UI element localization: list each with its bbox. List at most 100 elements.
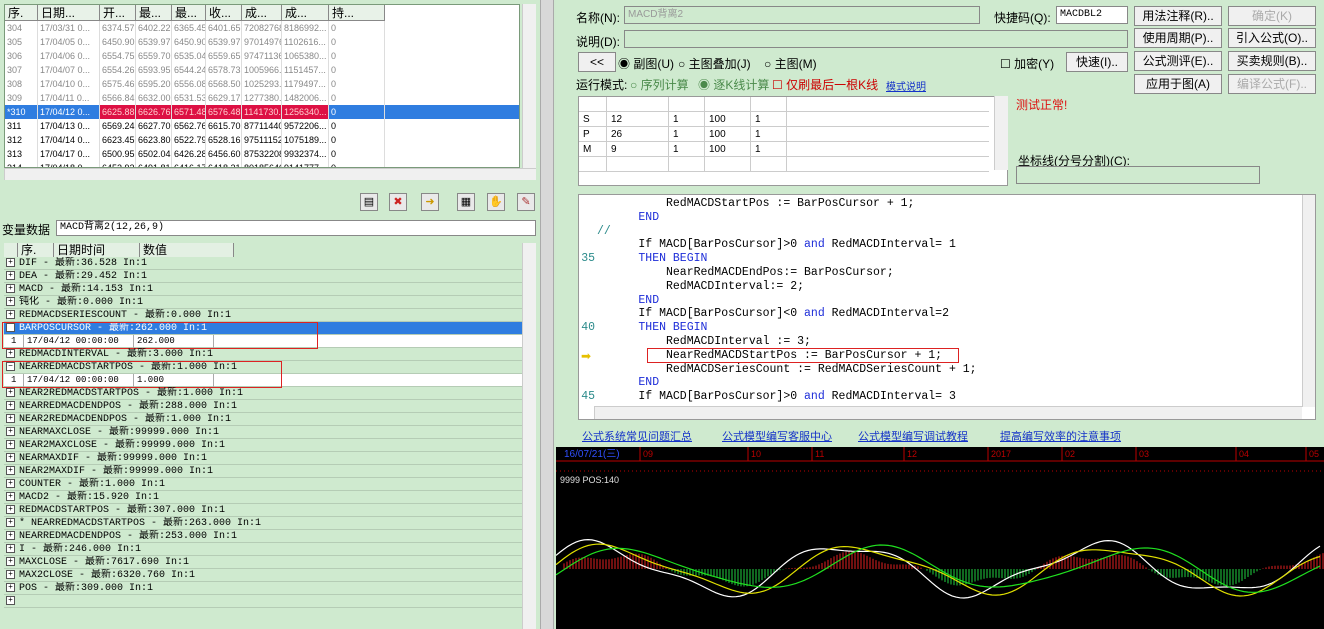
mode-sequence-radio[interactable]: ○ 序列计算	[630, 76, 689, 93]
expand-icon[interactable]: +	[6, 426, 15, 436]
code-line[interactable]: RedMACDInterval := 3;	[666, 335, 811, 349]
code-line[interactable]: RedMACDInterval:= 2;	[666, 280, 804, 294]
variable-row[interactable]: + MAX2CLOSE - 最新:6320.760 In:1	[4, 569, 522, 582]
variable-row[interactable]: + REDMACDSTARTPOS - 最新:307.000 In:1	[4, 504, 522, 517]
code-line[interactable]: THEN BEGIN	[638, 321, 707, 335]
column-header[interactable]: 最...	[136, 5, 172, 21]
param-cell[interactable]: 1	[751, 127, 787, 142]
variable-row[interactable]: + MACD2 - 最新:15.920 In:1	[4, 491, 522, 504]
splitter[interactable]	[540, 0, 554, 629]
param-cell[interactable]	[669, 97, 705, 112]
params-row[interactable]	[579, 157, 989, 172]
mode-perbar-radio[interactable]: ◉ 逐K线计算	[698, 76, 769, 93]
import-button[interactable]: 引入公式(O)..	[1228, 28, 1316, 48]
variable-row[interactable]: + REDMACDINTERVAL - 最新:3.000 In:1	[4, 348, 522, 361]
variables-scrollbar[interactable]	[522, 243, 536, 629]
table-row[interactable]: 307 17/04/07 0... 6554.26 6593.95 6544.24 657…	[5, 63, 519, 77]
variable-row[interactable]: + NEAR2REDMACDENDPOS - 最新:1.000 In:1	[4, 413, 522, 426]
param-cell[interactable]	[705, 97, 751, 112]
expand-icon[interactable]: +	[6, 595, 15, 605]
param-cell[interactable]	[607, 97, 669, 112]
param-cell[interactable]: 100	[705, 127, 751, 142]
variable-row[interactable]: + I - 最新:246.000 In:1	[4, 543, 522, 556]
variable-row[interactable]: + * NEARREDMACDSTARTPOS - 最新:263.000 In:1	[4, 517, 522, 530]
variable-row[interactable]: + NEARMAXCLOSE - 最新:99999.000 In:1	[4, 426, 522, 439]
variable-row[interactable]: + REDMACDSERIESCOUNT - 最新:0.000 In:1	[4, 309, 522, 322]
step-icon[interactable]: ▤	[360, 193, 378, 211]
param-cell[interactable]: 1	[751, 112, 787, 127]
code-line[interactable]: NearRedMACDEndPos:= BarPosCursor;	[666, 266, 894, 280]
expand-icon[interactable]: +	[6, 296, 15, 306]
column-header[interactable]: 收...	[206, 5, 242, 21]
collapse-button[interactable]: <<	[578, 52, 616, 72]
column-header[interactable]: 成...	[242, 5, 282, 21]
expand-icon[interactable]: +	[6, 309, 15, 319]
params-scrollbar[interactable]	[994, 96, 1008, 170]
expand-icon[interactable]: +	[6, 400, 15, 410]
encrypt-checkbox[interactable]: ☐ 加密(Y)	[1000, 55, 1054, 72]
expand-icon[interactable]: +	[6, 556, 15, 566]
mode-help-link[interactable]: 模式说明	[886, 78, 926, 93]
variable-row[interactable]: − BARPOSCURSOR - 最新:262.000 In:1	[4, 322, 522, 335]
variable-row[interactable]: + COUNTER - 最新:1.000 In:1	[4, 478, 522, 491]
column-header[interactable]: 成...	[282, 5, 329, 21]
table-row[interactable]: 312 17/04/14 0... 6623.45 6623.80 6522.79 652…	[5, 133, 519, 147]
param-cell[interactable]	[607, 157, 669, 172]
expand-icon[interactable]: +	[6, 582, 15, 592]
column-header[interactable]: 最...	[172, 5, 206, 21]
variable-row[interactable]: + NEAR2MAXCLOSE - 最新:99999.000 In:1	[4, 439, 522, 452]
table-row[interactable]: 313 17/04/17 0... 6500.95 6502.04 6426.28 645…	[5, 147, 519, 161]
link-support[interactable]: 公式模型编写客服中心	[722, 428, 832, 444]
clear-icon[interactable]: ✖	[389, 193, 407, 211]
code-line[interactable]: If MACD[BarPosCursor]<0 and RedMACDInter…	[638, 307, 949, 321]
expand-icon[interactable]: +	[6, 517, 15, 527]
column-header[interactable]: 开...	[100, 5, 136, 21]
expand-icon[interactable]: +	[6, 270, 15, 280]
collapse-icon[interactable]: −	[6, 322, 15, 332]
trade-rules-button[interactable]: 买卖规则(B)..	[1228, 51, 1316, 71]
variable-row[interactable]: + NEAR2REDMACDSTARTPOS - 最新:1.000 In:1	[4, 387, 522, 400]
price-table-hscrollbar[interactable]	[4, 168, 536, 180]
table-row[interactable]: 306 17/04/06 0... 6554.75 6559.70 6535.04 655…	[5, 49, 519, 63]
expand-icon[interactable]: +	[6, 478, 15, 488]
radio-subchart[interactable]: ◉ 副图(U)	[618, 55, 674, 72]
code-editor[interactable]: RedMACDStartPos := BarPosCursor + 1; END /…	[578, 194, 1316, 420]
param-cell[interactable]	[751, 97, 787, 112]
quick-button[interactable]: 快速(I)..	[1066, 52, 1128, 72]
column-header[interactable]: 持...	[329, 5, 385, 21]
code-vscrollbar[interactable]	[1302, 195, 1315, 407]
code-line[interactable]: RedMACDStartPos := BarPosCursor + 1;	[666, 197, 914, 211]
param-cell[interactable]: 100	[705, 112, 751, 127]
shortcut-input[interactable]: MACDBL2	[1056, 6, 1128, 24]
code-line[interactable]: RedMACDSeriesCount := RedMACDSeriesCount…	[666, 363, 977, 377]
table-row[interactable]: 308 17/04/10 0... 6575.46 6595.20 6556.08 656…	[5, 77, 519, 91]
variable-row[interactable]: + NEARREDMACDENDPOS - 最新:288.000 In:1	[4, 400, 522, 413]
param-cell[interactable]: 9	[607, 142, 669, 157]
code-line[interactable]: If MACD[BarPosCursor]>0 and RedMACDInter…	[638, 390, 955, 404]
param-cell[interactable]: 12	[607, 112, 669, 127]
variables-column-header[interactable]	[4, 243, 18, 257]
code-line[interactable]: //	[597, 225, 611, 239]
variable-row[interactable]: + DEA - 最新:29.452 In:1	[4, 270, 522, 283]
variable-row[interactable]: − NEARREDMACDSTARTPOS - 最新:1.000 In:1	[4, 361, 522, 374]
coord-input[interactable]	[1016, 166, 1260, 184]
expand-icon[interactable]: +	[6, 465, 15, 475]
desc-input[interactable]	[624, 30, 1128, 48]
table-row[interactable]: 311 17/04/13 0... 6569.24 6627.70 6562.76 661…	[5, 119, 519, 133]
table-row[interactable]: 309 17/04/11 0... 6566.84 6632.00 6531.53 662…	[5, 91, 519, 105]
param-cell[interactable]	[579, 157, 607, 172]
expand-icon[interactable]: +	[6, 387, 15, 397]
code-line[interactable]: If MACD[BarPosCursor]>0 and RedMACDInter…	[638, 238, 955, 252]
variable-row[interactable]: + 钝化 - 最新:0.000 In:1	[4, 296, 522, 309]
expand-icon[interactable]: +	[6, 569, 15, 579]
param-cell[interactable]: 1	[751, 142, 787, 157]
param-cell[interactable]	[751, 157, 787, 172]
only-last-checkbox[interactable]: ☐ 仅刷最后一根K线	[772, 76, 878, 93]
expand-icon[interactable]: +	[6, 504, 15, 514]
expand-icon[interactable]: +	[6, 530, 15, 540]
expand-icon[interactable]: +	[6, 439, 15, 449]
expand-icon[interactable]: +	[6, 413, 15, 423]
table-row[interactable]: 305 17/04/05 0... 6450.90 6539.97 6450.90 653…	[5, 35, 519, 49]
param-cell[interactable]: S	[579, 112, 607, 127]
expand-icon[interactable]: +	[6, 543, 15, 553]
